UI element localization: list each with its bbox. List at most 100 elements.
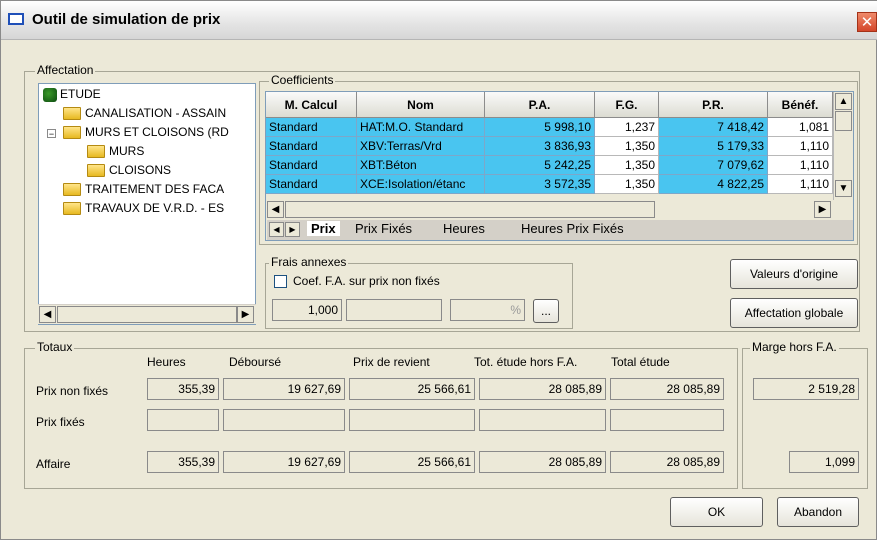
scroll-thumb[interactable] xyxy=(57,306,237,323)
tree-item-murs-et-cloisons[interactable]: MURS ET CLOISONS (RD xyxy=(63,125,229,140)
tab-heures-prix-fixes[interactable]: Heures Prix Fixés xyxy=(521,221,624,236)
column-header[interactable]: P.R. xyxy=(659,92,768,118)
simulation-window: Outil de simulation de prix ✕ Affectatio… xyxy=(0,0,877,540)
table-cell[interactable]: Standard xyxy=(266,156,357,175)
table-cell[interactable]: Standard xyxy=(266,137,357,156)
tree-item-travaux-vrd[interactable]: TRAVAUX DE V.R.D. - ES xyxy=(63,201,225,216)
scroll-thumb[interactable] xyxy=(835,111,852,131)
coef-fa-field[interactable]: 1,000 xyxy=(272,299,342,321)
totaux-field: 355,39 xyxy=(147,451,219,473)
table-cell[interactable]: 1,110 xyxy=(768,137,833,156)
table-cell[interactable]: 1,350 xyxy=(595,175,659,194)
table-cell[interactable]: XCE:Isolation/étanc xyxy=(357,175,485,194)
table-cell[interactable]: Standard xyxy=(266,118,357,137)
col-tot-etude-hors-fa-header: Tot. étude hors F.A. xyxy=(474,355,578,369)
table-cell[interactable]: 7 079,62 xyxy=(659,156,768,175)
scroll-left-icon[interactable]: ◀ xyxy=(39,306,56,323)
column-header[interactable]: M. Calcul xyxy=(266,92,357,118)
tree-item-label: MURS xyxy=(109,144,145,158)
tab-prev-icon[interactable]: ◀ xyxy=(269,222,284,237)
affectation-tree[interactable]: ETUDE CANALISATION - ASSAIN − MURS ET CL… xyxy=(38,83,256,325)
coefficients-tabs: ◀ ▶ Prix Prix Fixés Heures Heures Prix F… xyxy=(267,220,853,240)
scroll-right-icon[interactable]: ▶ xyxy=(237,306,254,323)
totaux-field: 19 627,69 xyxy=(223,451,345,473)
abandon-button[interactable]: Abandon xyxy=(777,497,859,527)
valeurs-origine-button[interactable]: Valeurs d'origine xyxy=(730,259,858,289)
table-cell[interactable]: 1,350 xyxy=(595,137,659,156)
folder-icon xyxy=(63,126,81,140)
table-cell[interactable]: Standard xyxy=(266,175,357,194)
table-cell[interactable]: 3 572,35 xyxy=(485,175,595,194)
table-cell[interactable]: 7 418,42 xyxy=(659,118,768,137)
browse-button[interactable]: ... xyxy=(533,299,559,323)
totaux-field: 355,39 xyxy=(147,378,219,400)
tree-item-label: TRAVAUX DE V.R.D. - ES xyxy=(85,201,225,215)
table-cell[interactable]: 5 998,10 xyxy=(485,118,595,137)
folder-icon xyxy=(63,107,81,121)
title-bar[interactable]: Outil de simulation de prix ✕ xyxy=(1,1,877,40)
tab-heures[interactable]: Heures xyxy=(443,221,485,236)
table-cell[interactable]: XBT:Béton xyxy=(357,156,485,175)
totaux-field xyxy=(349,409,475,431)
table-cell[interactable]: 1,350 xyxy=(595,156,659,175)
close-button[interactable]: ✕ xyxy=(857,12,877,32)
table-cell[interactable]: 1,237 xyxy=(595,118,659,137)
tree-item-label: ETUDE xyxy=(60,87,101,101)
scroll-thumb[interactable] xyxy=(285,201,655,218)
tree-horizontal-scrollbar[interactable]: ◀ ▶ xyxy=(38,304,256,324)
tree-item-traitement[interactable]: TRAITEMENT DES FACA xyxy=(63,182,225,197)
ok-button[interactable]: OK xyxy=(670,497,763,527)
totaux-field: 19 627,69 xyxy=(223,378,345,400)
tree-item-etude[interactable]: ETUDE xyxy=(43,87,101,102)
frais-amount-field[interactable] xyxy=(346,299,442,321)
tree-item-murs[interactable]: MURS xyxy=(87,144,145,159)
folder-icon xyxy=(63,183,81,197)
tab-next-icon[interactable]: ▶ xyxy=(285,222,300,237)
table-cell[interactable]: 1,081 xyxy=(768,118,833,137)
frais-percent-field[interactable]: % xyxy=(450,299,525,321)
column-header[interactable]: Nom xyxy=(357,92,485,118)
marge-coef-field: 1,099 xyxy=(789,451,859,473)
affectation-globale-button[interactable]: Affectation globale xyxy=(730,298,858,328)
scroll-right-icon[interactable]: ▶ xyxy=(814,201,831,218)
marge-value-field: 2 519,28 xyxy=(753,378,859,400)
collapse-toggle[interactable]: − xyxy=(47,129,56,139)
tree-item-canalisation[interactable]: CANALISATION - ASSAIN xyxy=(63,106,227,121)
scroll-left-icon[interactable]: ◀ xyxy=(267,201,284,218)
scroll-up-icon[interactable]: ▲ xyxy=(835,93,852,110)
table-cell[interactable]: 1,110 xyxy=(768,156,833,175)
root-node-icon xyxy=(43,87,57,102)
table-cell[interactable]: 5 242,25 xyxy=(485,156,595,175)
totaux-field: 28 085,89 xyxy=(610,451,724,473)
tree-item-label: CLOISONS xyxy=(109,163,172,177)
row-label-prix-fixes: Prix fixés xyxy=(36,415,85,429)
totaux-field: 25 566,61 xyxy=(349,451,475,473)
tab-prix[interactable]: Prix xyxy=(307,221,340,236)
table-cell[interactable]: 1,110 xyxy=(768,175,833,194)
table-vertical-scrollbar[interactable]: ▲ ▼ xyxy=(833,92,853,200)
tree-item-label: CANALISATION - ASSAIN xyxy=(85,106,227,120)
tree-item-label: MURS ET CLOISONS (RD xyxy=(85,125,229,139)
coef-fa-checkbox[interactable] xyxy=(274,275,287,288)
table-cell[interactable]: 3 836,93 xyxy=(485,137,595,156)
column-header[interactable]: F.G. xyxy=(595,92,659,118)
totaux-field: 28 085,89 xyxy=(479,451,606,473)
table-cell[interactable]: 4 822,25 xyxy=(659,175,768,194)
column-header[interactable]: P.A. xyxy=(485,92,595,118)
coefficients-table[interactable]: M. Calcul Nom P.A. F.G. P.R. Bénéf. Stan… xyxy=(265,91,854,241)
column-header[interactable]: Bénéf. xyxy=(768,92,833,118)
tab-prix-fixes[interactable]: Prix Fixés xyxy=(355,221,412,236)
folder-icon xyxy=(87,164,105,178)
totaux-field: 25 566,61 xyxy=(349,378,475,400)
window-icon xyxy=(8,13,24,25)
table-cell[interactable]: XBV:Terras/Vrd xyxy=(357,137,485,156)
totaux-field xyxy=(479,409,606,431)
table-horizontal-scrollbar[interactable]: ◀ ▶ xyxy=(266,200,833,220)
tree-item-cloisons[interactable]: CLOISONS xyxy=(87,163,172,178)
totaux-field: 28 085,89 xyxy=(479,378,606,400)
row-label-prix-non-fixes: Prix non fixés xyxy=(36,384,109,398)
table-cell[interactable]: 5 179,33 xyxy=(659,137,768,156)
scroll-down-icon[interactable]: ▼ xyxy=(835,180,852,197)
table-cell[interactable]: HAT:M.O. Standard xyxy=(357,118,485,137)
tree-item-label: TRAITEMENT DES FACA xyxy=(85,182,225,196)
